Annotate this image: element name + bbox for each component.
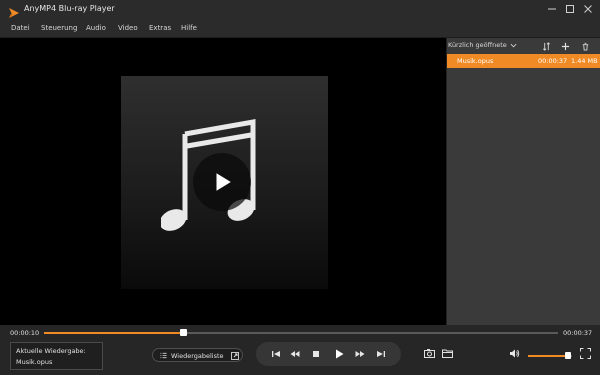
now-playing-box: Aktuelle Wiedergabe: Musik.opus: [10, 342, 103, 370]
play-overlay-button[interactable]: [193, 153, 251, 211]
maximize-icon[interactable]: [563, 2, 577, 16]
play-icon: [216, 173, 231, 191]
menu-datei[interactable]: Datei: [11, 24, 30, 32]
skip-back-icon[interactable]: [270, 348, 282, 360]
recent-dropdown[interactable]: Kürzlich geöffnete: [448, 41, 517, 49]
add-icon[interactable]: [560, 41, 570, 51]
app-title: AnyMP4 Blu-ray Player: [24, 4, 115, 13]
fast-forward-icon[interactable]: [354, 348, 366, 360]
total-time: 00:00:37: [563, 329, 593, 337]
video-area[interactable]: [0, 38, 446, 325]
menu-video[interactable]: Video: [118, 24, 138, 32]
chevron-down-icon: [510, 43, 517, 47]
playlist-header: Kürzlich geöffnete: [447, 38, 600, 54]
playlist-item-name: Musik.opus: [457, 57, 494, 65]
playlist-button-label: Wiedergabeliste: [171, 352, 224, 360]
album-cover: [121, 76, 328, 289]
minimize-icon[interactable]: [545, 2, 559, 16]
list-icon: [160, 352, 167, 359]
playlist-item-duration: 00:00:37: [538, 57, 568, 65]
volume-slider[interactable]: [528, 352, 572, 359]
volume-handle[interactable]: [564, 352, 571, 359]
skip-forward-icon[interactable]: [375, 348, 387, 360]
volume-icon[interactable]: [508, 347, 520, 359]
volume-fill: [528, 355, 568, 357]
now-playing-file: Musik.opus: [16, 358, 53, 366]
playlist-panel: Kürzlich geöffnete Musik.opus 00:00:37 1…: [446, 38, 600, 325]
rewind-icon[interactable]: [289, 348, 301, 360]
snapshot-icon[interactable]: [423, 347, 435, 359]
progress-slider[interactable]: [44, 329, 558, 336]
title-bar: AnyMP4 Blu-ray Player: [0, 0, 600, 20]
transport-controls: [256, 342, 401, 366]
control-bar: 00:00:10 00:00:37 Aktuelle Wiedergabe: M…: [0, 325, 600, 375]
playlist-item[interactable]: Musik.opus 00:00:37 1.44 MB: [447, 54, 600, 68]
menu-extras[interactable]: Extras: [149, 24, 171, 32]
play-icon[interactable]: [333, 348, 345, 360]
menu-hilfe[interactable]: Hilfe: [181, 24, 197, 32]
progress-fill: [44, 332, 183, 334]
open-folder-icon[interactable]: [441, 347, 453, 359]
fullscreen-icon[interactable]: [579, 347, 591, 359]
playlist-item-size: 1.44 MB: [571, 57, 598, 65]
menu-audio[interactable]: Audio: [86, 24, 106, 32]
elapsed-time: 00:00:10: [10, 329, 40, 337]
sort-icon[interactable]: [541, 41, 551, 51]
stop-icon[interactable]: [310, 348, 322, 360]
playlist-toggle-button[interactable]: Wiedergabeliste: [152, 348, 243, 362]
close-icon[interactable]: [581, 2, 595, 16]
app-logo-icon: [8, 4, 20, 18]
recent-label: Kürzlich geöffnete: [448, 41, 507, 49]
progress-handle[interactable]: [179, 329, 187, 336]
popout-icon: [231, 352, 239, 360]
menu-bar: Datei Steuerung Audio Video Extras Hilfe: [0, 20, 600, 38]
now-playing-label: Aktuelle Wiedergabe:: [16, 347, 86, 355]
delete-icon[interactable]: [580, 41, 590, 51]
menu-steuerung[interactable]: Steuerung: [41, 24, 77, 32]
